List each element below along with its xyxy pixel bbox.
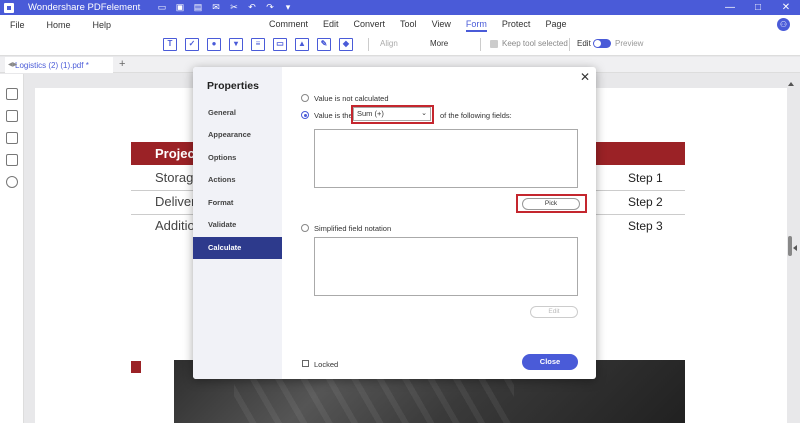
nav-format[interactable]: Format bbox=[193, 192, 282, 214]
eraser-icon[interactable]: ◆ bbox=[339, 38, 353, 51]
form-toolbar: T ✓ ● ▾ ≡ ▭ ▲ ✎ ◆ Align More Keep tool s… bbox=[0, 34, 800, 56]
customize-icon[interactable]: ▾ bbox=[283, 2, 293, 12]
locked-checkbox[interactable] bbox=[302, 360, 309, 367]
simplified-notation-label: Simplified field notation bbox=[314, 224, 392, 233]
not-calculated-radio[interactable] bbox=[301, 94, 309, 102]
value-is-the-radio[interactable] bbox=[301, 111, 309, 119]
comment-icon[interactable] bbox=[6, 132, 18, 144]
highlight-box-select bbox=[351, 105, 434, 124]
text-field-icon[interactable]: T bbox=[163, 38, 177, 51]
align-button[interactable]: Align bbox=[380, 39, 398, 48]
tab-comment[interactable]: Comment bbox=[269, 19, 308, 32]
fields-list-box[interactable] bbox=[314, 129, 578, 188]
tab-view[interactable]: View bbox=[432, 19, 451, 32]
thumbnails-icon[interactable] bbox=[6, 88, 18, 100]
red-bullet-marker bbox=[131, 361, 141, 373]
value-is-the-label: Value is the bbox=[314, 111, 353, 120]
radio-button-icon[interactable]: ● bbox=[207, 38, 221, 51]
redo-icon[interactable]: ↷ bbox=[265, 2, 275, 12]
simplified-notation-box[interactable] bbox=[314, 237, 578, 296]
app-logo-icon bbox=[4, 2, 14, 13]
tab-tool[interactable]: Tool bbox=[400, 19, 417, 32]
more-button[interactable]: More bbox=[430, 39, 448, 48]
vertical-scrollbar[interactable] bbox=[788, 236, 792, 256]
tab-convert[interactable]: Convert bbox=[354, 19, 386, 32]
nav-appearance[interactable]: Appearance bbox=[193, 124, 282, 146]
minimize-button[interactable]: — bbox=[716, 0, 744, 15]
dialog-close-icon[interactable]: ✕ bbox=[580, 70, 590, 84]
table-row-step: Step 2 bbox=[628, 195, 663, 209]
properties-dialog: Properties General Appearance Options Ac… bbox=[193, 67, 596, 379]
user-avatar-icon[interactable]: ⚇ bbox=[777, 18, 790, 31]
toolbar-separator bbox=[480, 38, 481, 51]
edit-button[interactable]: Edit bbox=[530, 306, 578, 318]
edit-mode-label: Edit bbox=[577, 39, 591, 48]
expand-right-panel-icon[interactable] bbox=[793, 245, 797, 251]
not-calculated-label: Value is not calculated bbox=[314, 94, 389, 103]
nav-actions[interactable]: Actions bbox=[193, 169, 282, 191]
simplified-notation-radio[interactable] bbox=[301, 224, 309, 232]
menu-file[interactable]: File bbox=[10, 20, 25, 30]
toolbar-separator bbox=[368, 38, 369, 51]
quick-access-toolbar: ▭ ▣ ▤ ✉ ✂ ↶ ↷ ▾ bbox=[157, 2, 293, 12]
tab-page[interactable]: Page bbox=[545, 19, 566, 32]
bookmark-icon[interactable] bbox=[6, 110, 18, 122]
tab-form[interactable]: Form bbox=[465, 19, 487, 32]
toolbar-separator bbox=[569, 38, 570, 51]
save-icon[interactable]: ▣ bbox=[175, 2, 185, 12]
print-icon[interactable]: ▤ bbox=[193, 2, 203, 12]
nav-options[interactable]: Options bbox=[193, 147, 282, 169]
button-field-icon[interactable]: ▭ bbox=[273, 38, 287, 51]
app-title: Wondershare PDFelement bbox=[28, 2, 141, 13]
search-icon[interactable] bbox=[6, 176, 18, 188]
menu-bar: File Home Help Comment Edit Convert Tool… bbox=[0, 15, 800, 34]
cut-icon[interactable]: ✂ bbox=[229, 2, 239, 12]
title-bar: Wondershare PDFelement ▭ ▣ ▤ ✉ ✂ ↶ ↷ ▾ —… bbox=[0, 0, 800, 15]
mail-icon[interactable]: ✉ bbox=[211, 2, 221, 12]
preview-mode-label: Preview bbox=[615, 39, 644, 48]
image-field-icon[interactable]: ▲ bbox=[295, 38, 309, 51]
undo-icon[interactable]: ↶ bbox=[247, 2, 257, 12]
attachment-icon[interactable] bbox=[6, 154, 18, 166]
keep-tool-checkbox[interactable] bbox=[490, 39, 498, 48]
following-fields-label: of the following fields: bbox=[440, 111, 512, 120]
left-sidebar bbox=[0, 74, 24, 423]
table-row-step: Step 1 bbox=[628, 171, 663, 185]
combo-box-icon[interactable]: ▾ bbox=[229, 38, 243, 51]
open-folder-icon[interactable]: ▭ bbox=[157, 2, 167, 12]
table-row-step: Step 3 bbox=[628, 219, 663, 233]
signature-field-icon[interactable]: ✎ bbox=[317, 38, 331, 51]
maximize-button[interactable]: □ bbox=[744, 0, 772, 15]
document-tab[interactable]: ◀▶ Logistics (2) (1).pdf * bbox=[5, 57, 113, 73]
nav-calculate[interactable]: Calculate bbox=[193, 237, 282, 259]
table-row-label: Additio bbox=[155, 218, 195, 233]
properties-nav: Properties General Appearance Options Ac… bbox=[193, 67, 282, 379]
dialog-title: Properties bbox=[207, 80, 259, 92]
close-window-button[interactable]: ✕ bbox=[772, 0, 800, 15]
tab-protect[interactable]: Protect bbox=[502, 19, 531, 32]
new-tab-button[interactable]: + bbox=[119, 58, 125, 70]
keep-tool-label: Keep tool selected bbox=[502, 39, 568, 48]
scroll-up-icon[interactable] bbox=[788, 82, 794, 86]
document-tab-label: Logistics (2) (1).pdf * bbox=[15, 60, 89, 70]
locked-label: Locked bbox=[314, 360, 339, 369]
checkbox-icon[interactable]: ✓ bbox=[185, 38, 199, 51]
tab-edit[interactable]: Edit bbox=[323, 19, 339, 32]
menu-help[interactable]: Help bbox=[93, 20, 112, 30]
tab-dropdown-icon[interactable]: ◀▶ bbox=[8, 61, 17, 68]
close-button[interactable]: Close bbox=[522, 354, 578, 370]
menu-home[interactable]: Home bbox=[47, 20, 71, 30]
nav-general[interactable]: General bbox=[193, 102, 282, 124]
pick-button[interactable]: Pick bbox=[522, 198, 580, 210]
list-box-icon[interactable]: ≡ bbox=[251, 38, 265, 51]
edit-preview-toggle[interactable] bbox=[593, 39, 611, 48]
nav-validate[interactable]: Validate bbox=[193, 214, 282, 236]
keep-tool-selected-option[interactable]: Keep tool selected bbox=[490, 39, 568, 48]
window-controls: — □ ✕ bbox=[716, 0, 800, 15]
